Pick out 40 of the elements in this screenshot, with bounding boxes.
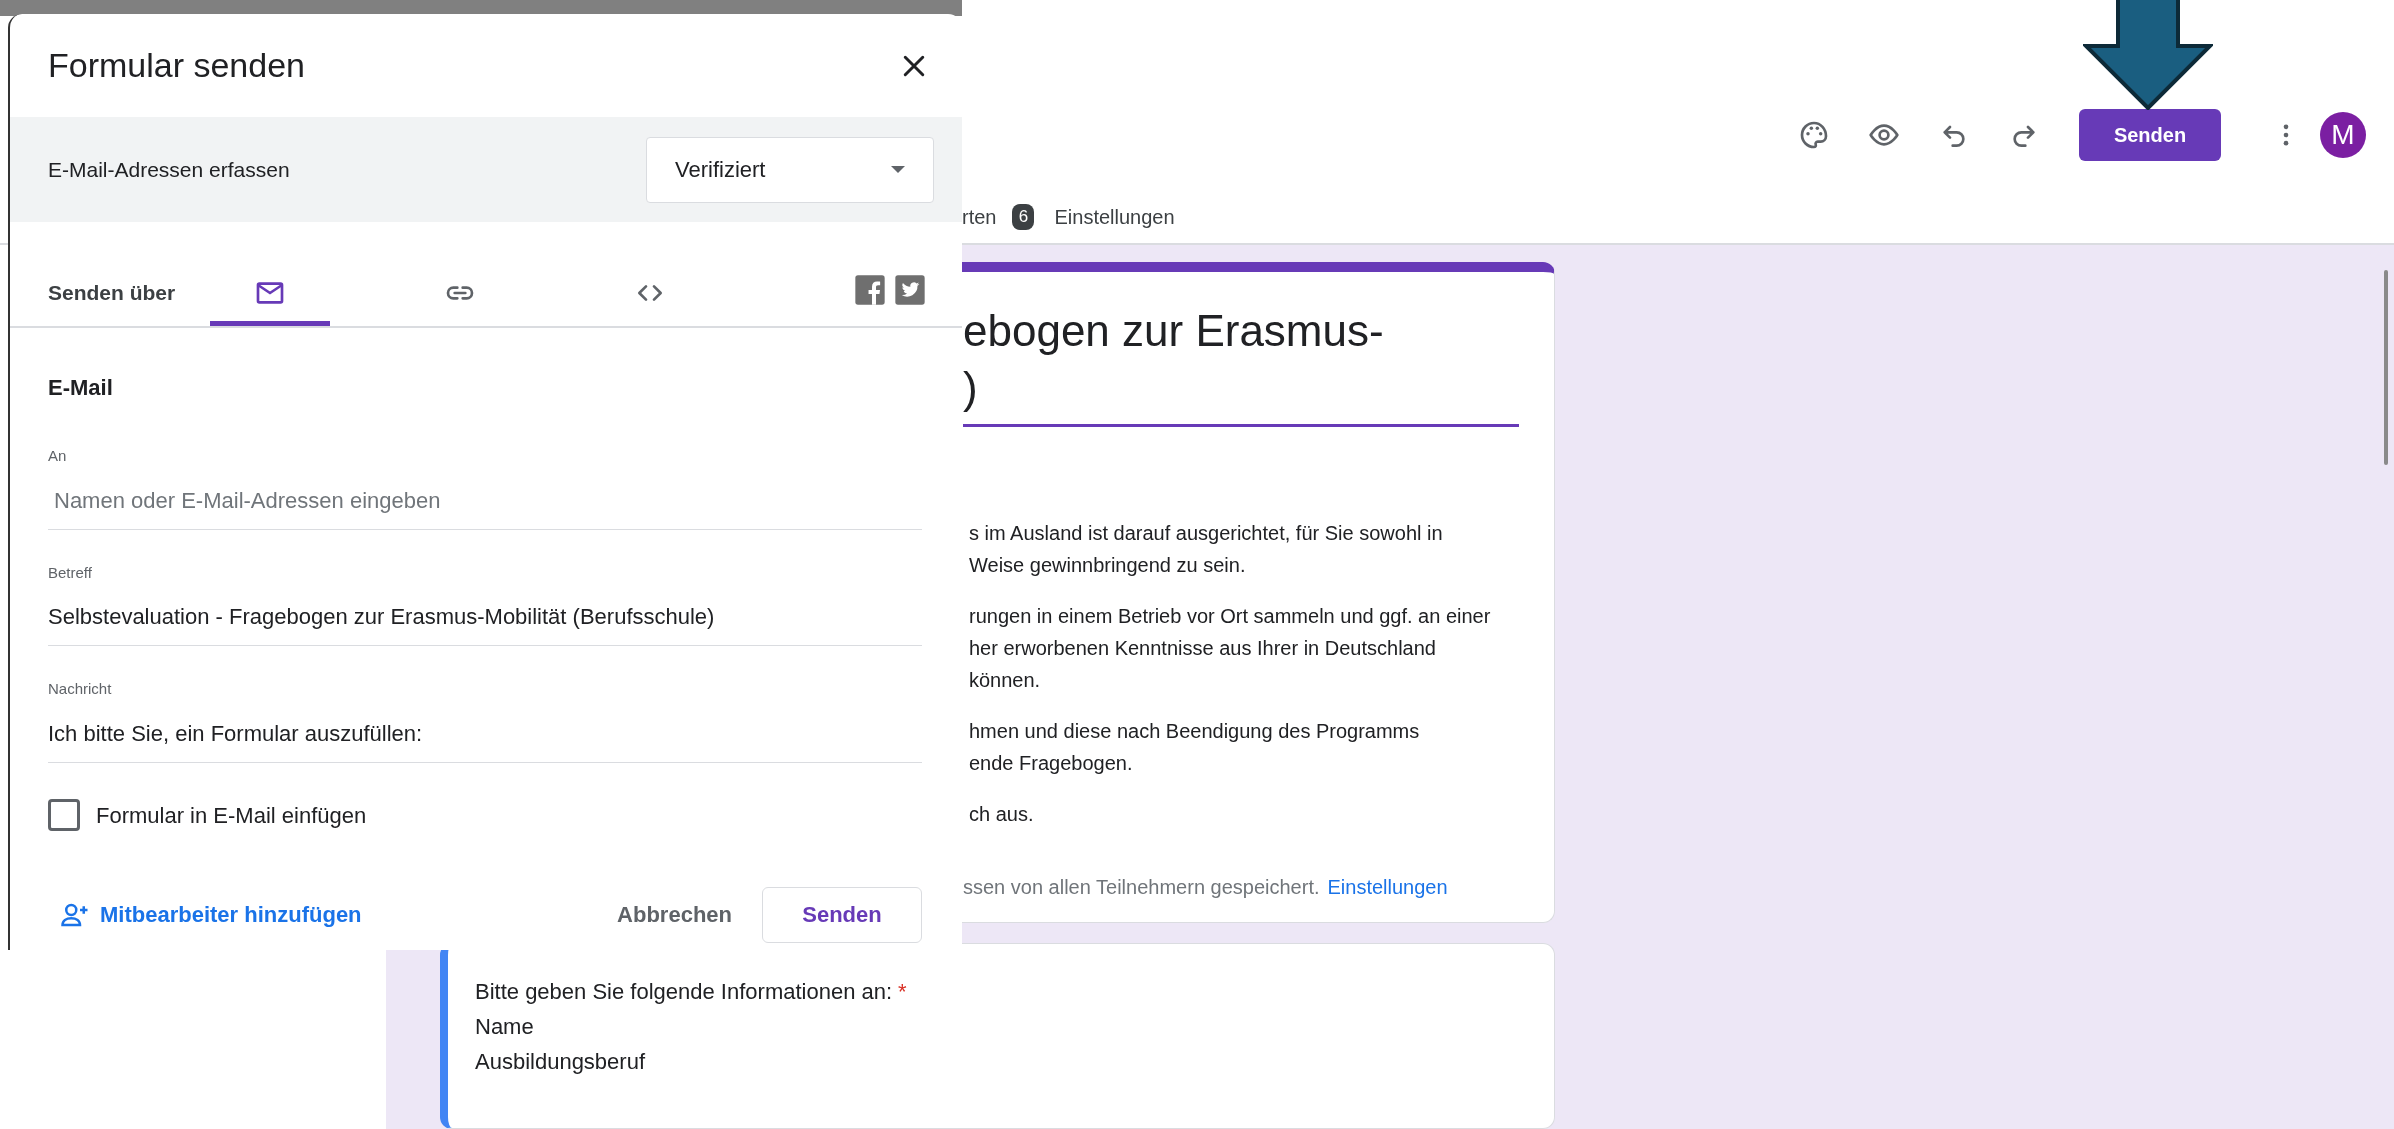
description-line: können. — [969, 668, 1042, 693]
section-title: E-Mail — [48, 375, 114, 402]
description-line: Weise gewinnbringend zu sein. — [969, 553, 1247, 578]
description-line: her erworbenen Kenntnisse aus Ihrer in Deutschland — [969, 636, 1437, 661]
settings-link[interactable]: Einstellungen — [1327, 876, 1448, 898]
tab-label[interactable]: rten — [962, 201, 997, 232]
description-line: s im Ausland ist darauf ausgerichtet, für Sie sowohl in — [969, 521, 1444, 546]
scrollbar[interactable] — [2384, 270, 2388, 465]
description-line: ch aus. — [969, 802, 1035, 827]
palette-icon[interactable] — [1798, 119, 1830, 151]
required-mark: * — [898, 977, 907, 1006]
caret-icon — [891, 166, 905, 173]
field-label: Betreff — [48, 562, 93, 583]
checkbox[interactable] — [48, 799, 80, 832]
input-field[interactable]: Ich bitte Sie, ein Formular auszufüllen: — [48, 712, 922, 763]
input-field[interactable]: Namen oder E-Mail-Adressen eingeben — [48, 479, 922, 530]
tab-label[interactable]: Einstellungen — [1054, 201, 1175, 232]
collect-label: E-Mail-Adressen erfassen — [48, 156, 290, 183]
description-line: ende Fragebogen. — [969, 751, 1134, 776]
question-text: Ausbildungsberuf — [475, 1047, 646, 1076]
send-via-label: Senden über — [48, 279, 177, 306]
field-label: An — [48, 446, 68, 467]
add-collaborators-button[interactable]: Mitbearbeiter hinzufügen — [48, 898, 362, 932]
description-line: hmen und diese nach Beendigung des Programms — [969, 719, 1421, 744]
input-field[interactable]: Selbstevaluation - Fragebogen zur Erasmus-Mobilität (Berufsschule) — [48, 596, 922, 647]
field-label: Nachricht — [48, 679, 113, 700]
count-badge: 6 — [1012, 203, 1035, 230]
notice-text: ssen von allen Teilnehmern gespeichert. — [963, 876, 1320, 898]
send-button[interactable]: Senden — [2079, 109, 2221, 161]
question-text: Bitte geben Sie folgende Informationen an: — [475, 977, 893, 1006]
description-line: rungen in einem Betrieb vor Ort sammeln und ggf. an einer — [969, 604, 1492, 629]
send-button[interactable]: Senden — [762, 886, 922, 943]
avatar[interactable]: M — [2320, 112, 2366, 158]
collect-dropdown[interactable]: Verifiziert — [646, 136, 934, 203]
cancel-button[interactable]: Abbrechen — [611, 897, 738, 933]
question-text: Name — [475, 1012, 535, 1041]
facebook-icon[interactable] — [854, 274, 886, 306]
checkbox-label: Formular in E-Mail einfügen — [96, 801, 367, 830]
twitter-icon[interactable] — [894, 274, 926, 306]
dialog-title: Formular senden — [48, 45, 305, 86]
